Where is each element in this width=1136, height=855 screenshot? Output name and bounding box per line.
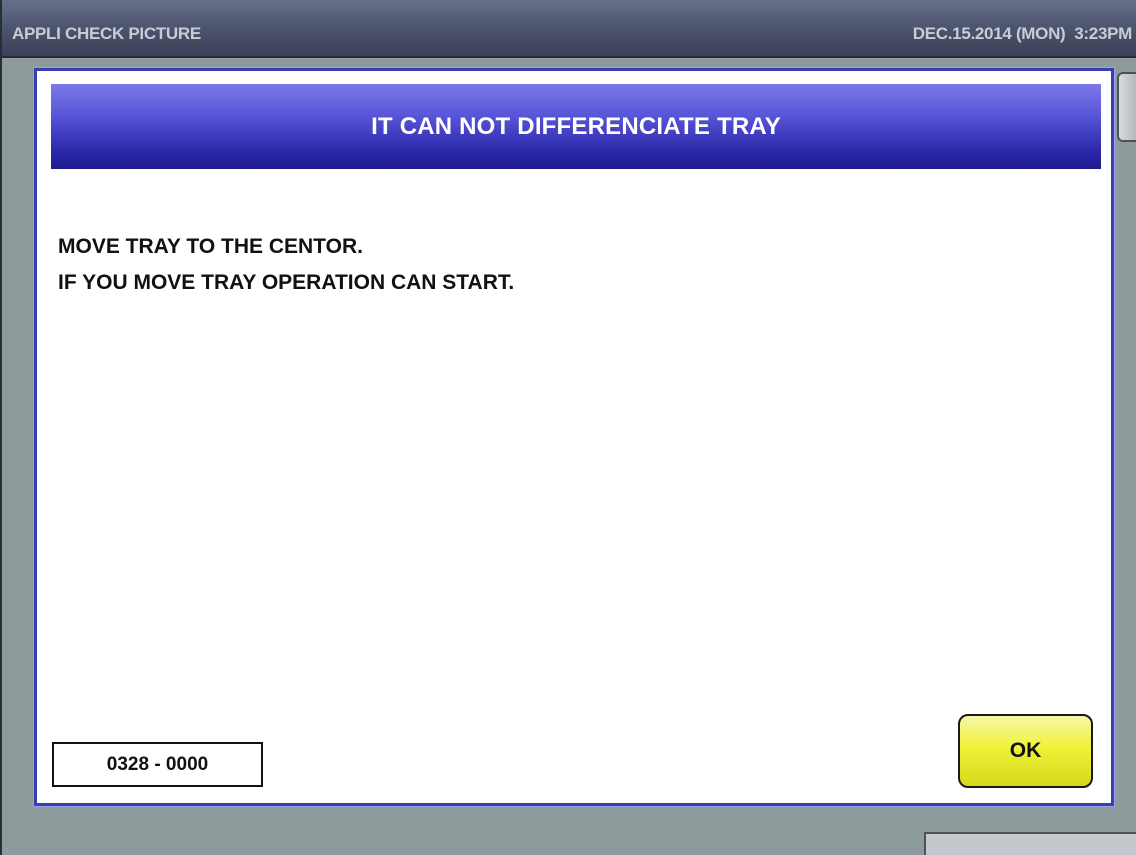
- side-panel-tab[interactable]: [1117, 72, 1136, 142]
- message-line: MOVE TRAY TO THE CENTOR.: [58, 235, 363, 258]
- dialog-header: IT CAN NOT DIFFERENCIATE TRAY: [51, 84, 1101, 169]
- app-title: APPLI CHECK PICTURE: [12, 24, 201, 43]
- ok-button[interactable]: OK: [958, 714, 1093, 788]
- message-line: IF YOU MOVE TRAY OPERATION CAN START.: [58, 271, 515, 294]
- error-code-box: 0328 - 0000: [52, 742, 263, 787]
- error-dialog: IT CAN NOT DIFFERENCIATE TRAY MOVE TRAY …: [34, 68, 1114, 806]
- title-bar: APPLI CHECK PICTURE DEC.15.2014 (MON) 3:…: [2, 0, 1136, 58]
- dialog-title: IT CAN NOT DIFFERENCIATE TRAY: [371, 113, 781, 140]
- bottom-panel-tab[interactable]: [924, 832, 1136, 855]
- datetime-display: DEC.15.2014 (MON) 3:23PM: [912, 24, 1133, 43]
- dialog-message: MOVE TRAY TO THE CENTOR. IF YOU MOVE TRA…: [58, 229, 514, 301]
